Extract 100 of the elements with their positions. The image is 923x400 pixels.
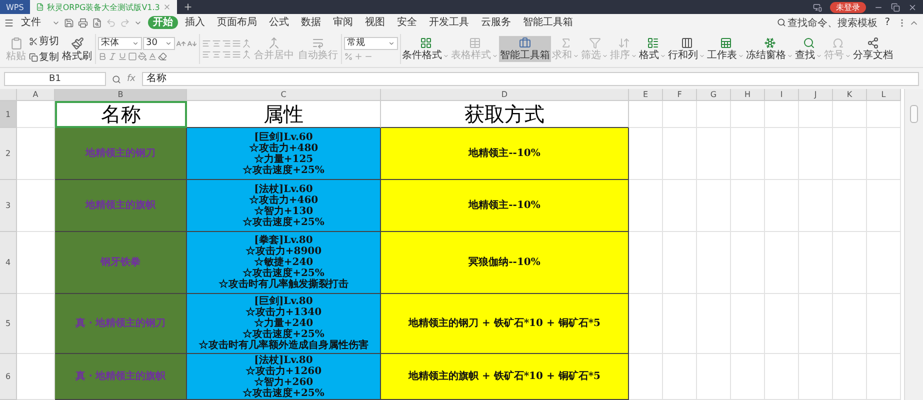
caret-icon[interactable] <box>787 52 793 58</box>
tool-icon[interactable] <box>680 37 692 49</box>
app-tab[interactable]: WPS <box>0 0 30 14</box>
caret-icon[interactable] <box>660 52 666 58</box>
empty-cell <box>765 128 799 180</box>
column-header[interactable]: G <box>697 89 731 101</box>
tool-icon[interactable] <box>764 37 776 49</box>
close-icon[interactable] <box>162 3 171 11</box>
column-header[interactable]: J <box>799 89 833 101</box>
column-header[interactable]: D <box>381 89 629 101</box>
close-icon[interactable] <box>908 2 917 12</box>
decrease-font-icon[interactable] <box>187 38 197 48</box>
caret-icon[interactable] <box>132 40 139 47</box>
menu-icon[interactable] <box>4 18 14 28</box>
select-all-corner[interactable] <box>0 89 17 101</box>
font-color-icon[interactable] <box>148 52 157 61</box>
column-header[interactable]: B <box>55 89 187 101</box>
restore-icon[interactable] <box>891 2 900 12</box>
menu-tab[interactable]: 公式 <box>264 16 294 29</box>
caret-icon[interactable] <box>165 40 172 47</box>
brush-icon[interactable] <box>70 36 84 50</box>
format-painter-button[interactable]: 格式刷 <box>61 36 93 62</box>
menu-tab[interactable]: 审阅 <box>328 16 358 29</box>
bold-icon[interactable] <box>98 52 107 61</box>
menu-tab[interactable]: 视图 <box>360 16 390 29</box>
tool-icon[interactable] <box>867 37 879 49</box>
tool-icon[interactable] <box>646 37 658 49</box>
empty-cell <box>697 232 731 294</box>
row-header[interactable]: 6 <box>0 354 17 400</box>
caret-icon[interactable] <box>816 52 822 58</box>
menu-tab[interactable]: 云服务 <box>476 16 516 29</box>
copy-button[interactable]: 复制 <box>29 50 59 64</box>
tool-icon[interactable] <box>802 37 814 49</box>
cut-button[interactable]: 剪切 <box>29 34 59 48</box>
table-cell: 真・地精领主的旗帜 <box>55 354 187 400</box>
column-header[interactable]: L <box>867 89 901 101</box>
number-format-field[interactable]: 常规 <box>344 37 398 50</box>
scissors-icon[interactable] <box>29 36 38 46</box>
tool-icon[interactable] <box>720 37 732 49</box>
ribbon-button[interactable]: 条件格式 <box>401 36 450 62</box>
column-header[interactable]: E <box>629 89 663 101</box>
menu-tab[interactable]: 插入 <box>180 16 210 29</box>
increase-font-icon[interactable] <box>176 38 186 48</box>
copy-icon[interactable] <box>29 52 38 62</box>
login-badge[interactable]: 未登录 <box>830 2 866 12</box>
command-search[interactable]: 查找命令、搜索模板 <box>788 16 878 30</box>
ribbon-button[interactable]: 冻结窗格 <box>745 36 794 62</box>
caret-icon[interactable] <box>738 52 744 58</box>
ribbon-button[interactable]: 分享文档 <box>852 36 894 62</box>
column-header[interactable]: I <box>765 89 799 101</box>
fill-color-icon[interactable] <box>138 52 147 61</box>
tool-icon[interactable] <box>519 37 531 49</box>
attribute-line: [法杖]Lv.80 <box>254 354 313 366</box>
undo-icon[interactable] <box>106 18 116 28</box>
caret-icon[interactable] <box>443 52 449 58</box>
ribbon-button[interactable]: 工作表 <box>706 36 745 62</box>
print-icon[interactable] <box>78 18 88 28</box>
percent-icon[interactable] <box>344 52 353 61</box>
column-header[interactable]: F <box>663 89 697 101</box>
save-icon[interactable] <box>64 18 74 28</box>
ribbon-button[interactable]: 格式 <box>638 36 667 62</box>
italic-icon[interactable] <box>108 52 117 61</box>
menu-tab[interactable]: 安全 <box>392 16 422 29</box>
row-header[interactable]: 5 <box>0 294 17 354</box>
font-size-field[interactable]: 30 <box>143 37 175 50</box>
row-header[interactable]: 2 <box>0 128 17 180</box>
clear-icon[interactable] <box>158 52 167 61</box>
column-header[interactable]: A <box>17 89 55 101</box>
menu-tab[interactable]: 智能工具箱 <box>518 16 578 29</box>
file-menu[interactable]: 文件 <box>16 16 46 29</box>
device-icon[interactable] <box>813 2 822 12</box>
caret-icon[interactable] <box>388 40 395 47</box>
search-icon[interactable] <box>776 18 786 27</box>
increase-decimal-icon[interactable] <box>354 52 363 61</box>
underline-icon[interactable] <box>118 52 127 61</box>
menu-tab[interactable]: 开发工具 <box>424 16 474 29</box>
redo-icon[interactable] <box>120 18 130 28</box>
row-header[interactable]: 3 <box>0 180 17 232</box>
caret-icon[interactable] <box>699 52 705 58</box>
row-header[interactable]: 4 <box>0 232 17 294</box>
tool-icon[interactable] <box>420 37 432 49</box>
scrollbar-thumb[interactable] <box>910 105 918 123</box>
menu-tab[interactable]: 页面布局 <box>212 16 262 29</box>
ribbon-button[interactable]: 智能工具箱 <box>499 36 551 62</box>
column-header[interactable]: K <box>833 89 867 101</box>
zoom-icon[interactable] <box>112 74 121 84</box>
column-header[interactable]: H <box>731 89 765 101</box>
help-button[interactable]: ? <box>880 16 895 29</box>
formula-field[interactable]: 名称 <box>142 72 919 86</box>
column-header[interactable]: C <box>187 89 381 101</box>
ribbon-button[interactable]: 查找 <box>794 36 823 62</box>
row-header[interactable]: 1 <box>0 101 17 128</box>
menu-tab[interactable]: 数据 <box>296 16 326 29</box>
name-box[interactable]: B1 <box>4 72 106 86</box>
font-name-field[interactable]: 宋体 <box>98 37 142 50</box>
print-preview-icon[interactable] <box>92 18 102 28</box>
new-tab-icon[interactable] <box>182 2 193 12</box>
ribbon-button[interactable]: 行和列 <box>667 36 706 62</box>
empty-cell <box>629 294 663 354</box>
border-icon[interactable] <box>128 52 137 61</box>
